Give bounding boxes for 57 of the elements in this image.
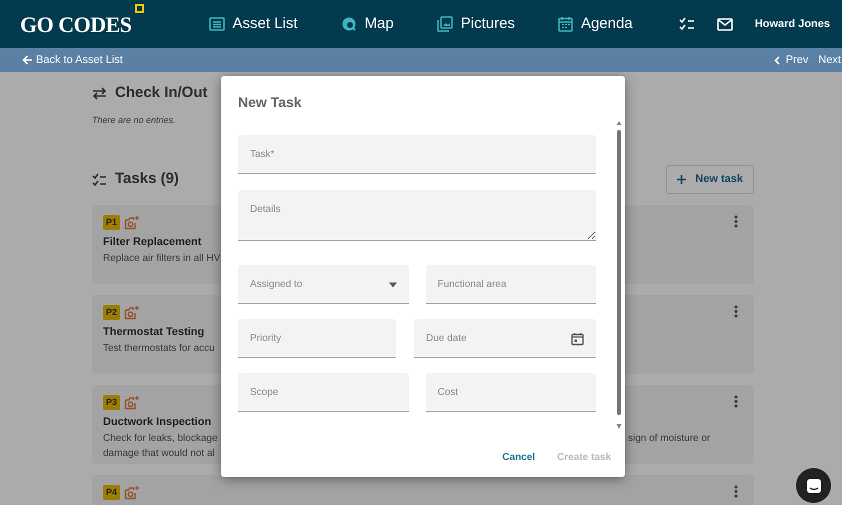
map-search-icon (340, 16, 357, 32)
section-title: Check In/Out (115, 83, 208, 103)
user-name[interactable]: Howard Jones (754, 16, 830, 32)
priority-tag: P2 (103, 304, 120, 320)
nav-link[interactable]: Pictures (436, 12, 515, 36)
task-description: Check for leaks, blockage (103, 432, 218, 446)
camera-plus-icon (124, 214, 140, 230)
next-link[interactable]: Next (818, 52, 841, 68)
back-link[interactable]: Back to Asset List (22, 52, 123, 68)
camera-plus-icon (124, 304, 140, 320)
cancel-button[interactable]: Cancel (496, 446, 542, 469)
task-description: sign of moisture or (628, 432, 712, 446)
more-vertical-icon[interactable] (734, 304, 738, 318)
new-task-button[interactable]: New task (666, 165, 754, 194)
prev-link[interactable]: Prev (774, 52, 808, 68)
chat-icon (806, 478, 822, 494)
chevron-left-icon (774, 56, 780, 64)
task-title: Thermostat Testing (103, 325, 204, 340)
nav-link[interactable]: Map (340, 12, 394, 36)
priority-tag: P1 (103, 214, 120, 230)
dialog-title: New Task (238, 93, 303, 112)
section-title: Tasks (9) (115, 169, 179, 189)
priority-tag: P3 (103, 394, 120, 410)
swap-arrows-icon (92, 86, 107, 100)
calendar-icon (571, 332, 584, 345)
task-description: Replace air filters in all HV (103, 252, 220, 266)
task-description: Test thermostats for accu (103, 342, 215, 356)
task-title: Filter Replacement (103, 235, 202, 250)
task-description: damage that would not al (103, 446, 215, 460)
input-field[interactable]: Cost (426, 373, 596, 412)
nav-link[interactable]: Asset List (208, 12, 298, 36)
more-vertical-icon[interactable] (734, 214, 738, 228)
pictures-icon (436, 16, 453, 32)
camera-plus-icon (124, 484, 140, 500)
chat-button[interactable] (796, 468, 831, 503)
empty-message: There are no entries. (92, 114, 177, 126)
dropdown-field[interactable]: Assigned to (238, 265, 408, 304)
checklist-icon (92, 172, 107, 186)
plus-icon (677, 174, 686, 184)
input-field[interactable]: Functional area (426, 265, 596, 304)
more-vertical-icon[interactable] (734, 484, 738, 498)
input-field[interactable]: Priority (238, 319, 396, 358)
calendar-icon (558, 16, 573, 32)
checklist-icon[interactable] (678, 17, 695, 31)
camera-plus-icon (124, 394, 140, 410)
nav-link[interactable]: Agenda (558, 12, 633, 36)
back-arrow-icon (22, 55, 33, 65)
details-field[interactable]: Details (238, 190, 596, 241)
input-field[interactable]: Scope (238, 373, 408, 412)
more-vertical-icon[interactable] (734, 394, 738, 408)
input-field[interactable]: Task* (238, 135, 596, 174)
task-card[interactable]: P4 (92, 474, 754, 505)
mail-icon[interactable] (716, 18, 733, 30)
list-icon (208, 17, 225, 31)
task-title: Ductwork Inspection (103, 415, 212, 430)
priority-tag: P4 (103, 484, 120, 500)
date-field[interactable]: Due date (414, 319, 596, 358)
